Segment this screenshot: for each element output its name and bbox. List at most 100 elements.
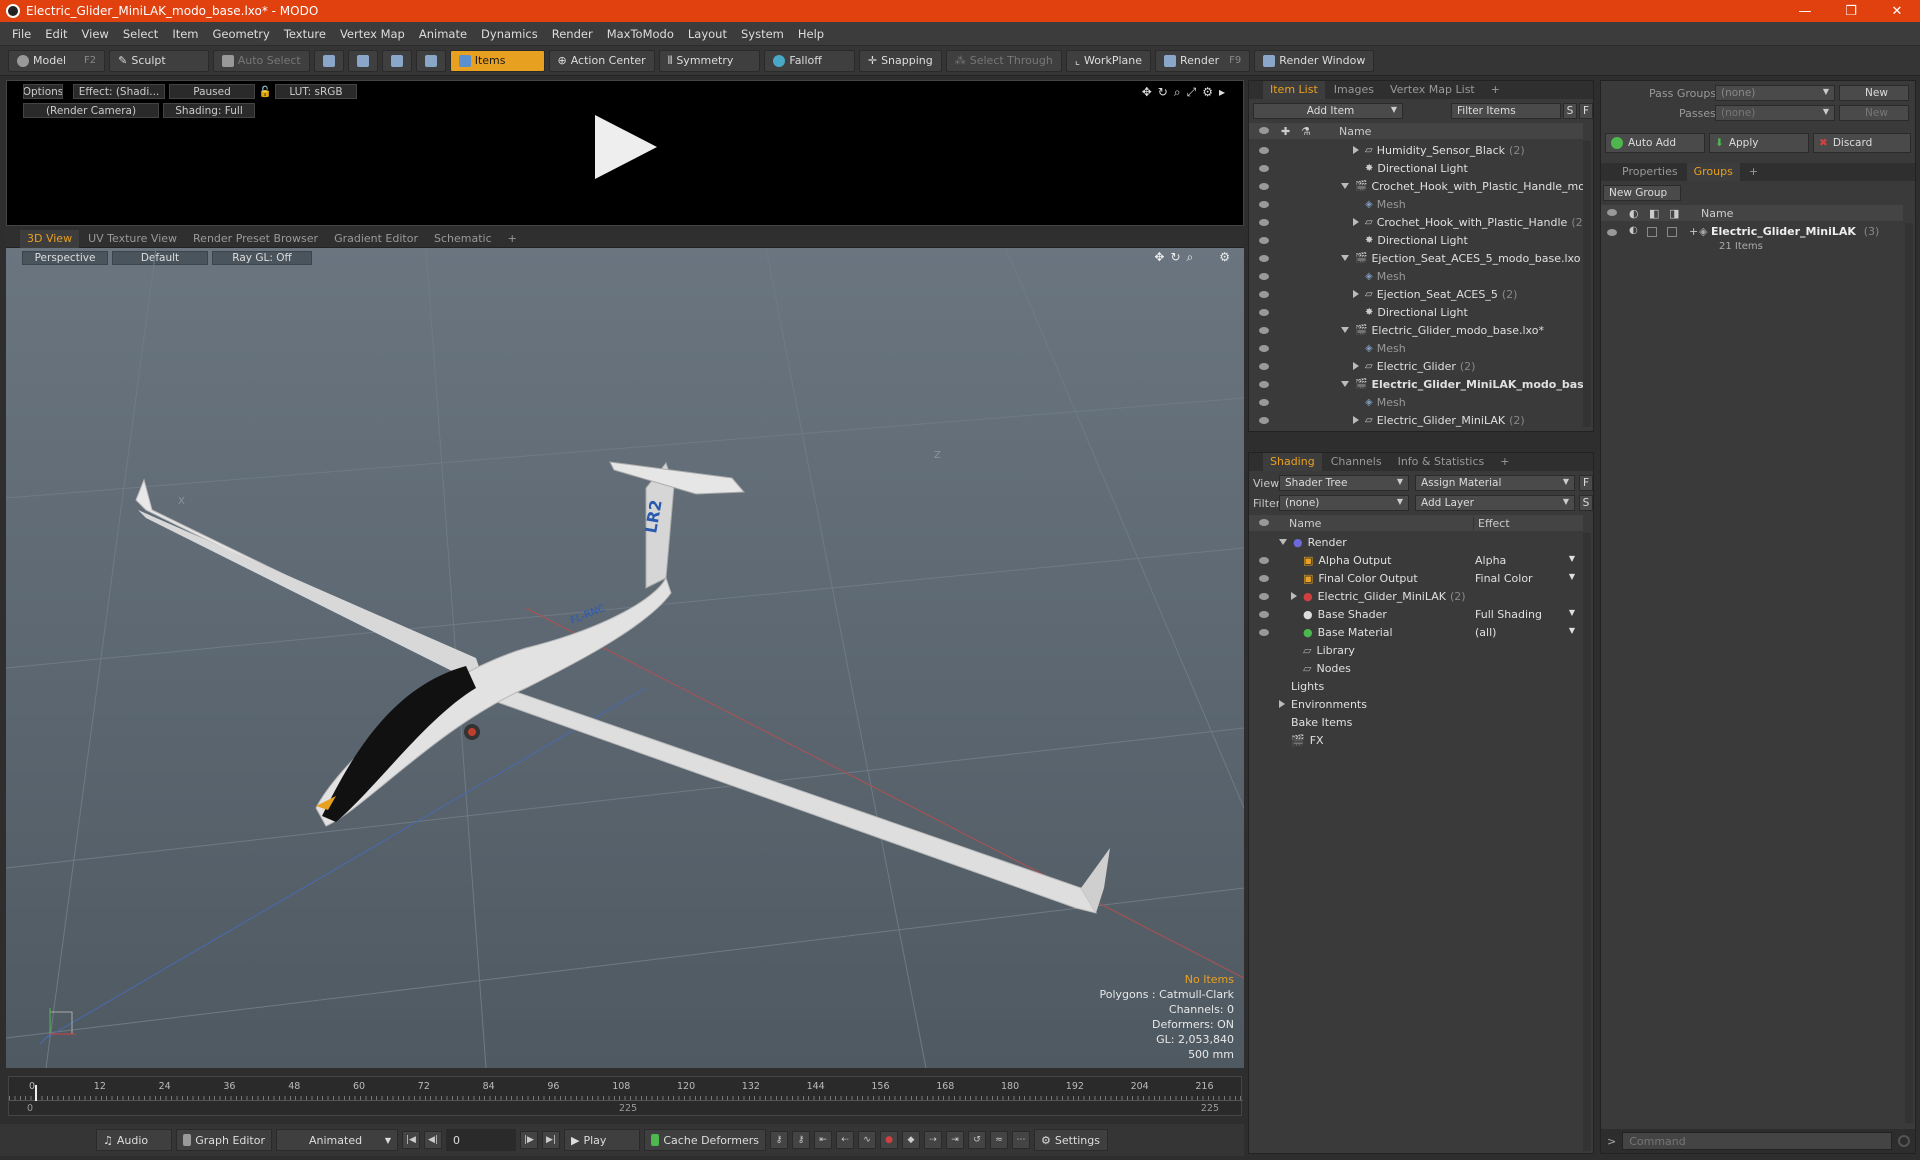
key-icon[interactable]: ⚷: [770, 1131, 788, 1149]
visibility-eye-icon[interactable]: [1259, 273, 1269, 280]
item-list-row[interactable]: ◈ Mesh: [1249, 195, 1583, 213]
menu-select[interactable]: Select: [123, 27, 158, 41]
collapse-icon[interactable]: [1279, 539, 1287, 545]
expand-icon[interactable]: [1353, 416, 1359, 424]
discard-button[interactable]: ✖ Discard: [1813, 133, 1911, 153]
next-key-icon[interactable]: |▶: [520, 1131, 538, 1149]
add-item-dropdown[interactable]: Add Item ▼: [1253, 103, 1403, 119]
first-key-icon[interactable]: ⇤: [814, 1131, 832, 1149]
preview-camera-dropdown[interactable]: (Render Camera): [23, 103, 159, 118]
shader-tree-row[interactable]: ● Base Shader Full Shading ▼: [1249, 605, 1583, 623]
sculpt-mode-button[interactable]: ✎ Sculpt: [109, 49, 209, 72]
item-list-row[interactable]: 🎬 Ejection_Seat_ACES_5_modo_base.lxo: [1249, 249, 1583, 267]
shader-tree-row[interactable]: ● Base Material (all) ▼: [1249, 623, 1583, 641]
menu-view[interactable]: View: [82, 27, 109, 41]
preview-options-button[interactable]: Options: [23, 84, 63, 99]
audio-button[interactable]: ♫ Audio: [96, 1129, 172, 1151]
prev-key-icon[interactable]: ⇠: [836, 1131, 854, 1149]
select-polygons-button[interactable]: [381, 49, 412, 72]
visibility-eye-icon[interactable]: [1259, 399, 1269, 406]
item-list-row[interactable]: 🎬 Electric_Glider_modo_base.lxo*: [1249, 321, 1583, 339]
visibility-eye-icon[interactable]: [1259, 593, 1269, 600]
record-icon[interactable]: ●: [880, 1131, 898, 1149]
tab-render-preset-browser[interactable]: Render Preset Browser: [186, 230, 325, 248]
loop-icon[interactable]: ↺: [968, 1131, 986, 1149]
shading-s-button[interactable]: S: [1579, 495, 1593, 511]
keyframe-icon[interactable]: ◆: [902, 1131, 920, 1149]
menu-animate[interactable]: Animate: [419, 27, 467, 41]
expand-icon[interactable]: [1353, 290, 1359, 298]
new-pass-group-button[interactable]: New: [1839, 85, 1909, 101]
group-select-checkbox[interactable]: [1667, 227, 1677, 237]
timeline[interactable]: 0 12 24 36 48 60 72 84 96 108 120 132 144 156 168 180 19…: [8, 1076, 1243, 1116]
view-dropdown[interactable]: Shader Tree ▼: [1279, 475, 1409, 491]
collapse-icon[interactable]: [1341, 255, 1349, 261]
gear-icon[interactable]: ⚙: [1202, 85, 1213, 100]
group-render-icon[interactable]: ◐: [1629, 225, 1638, 236]
visibility-eye-icon[interactable]: [1259, 147, 1269, 154]
expand-icon[interactable]: [1291, 592, 1297, 600]
select-vertices-button[interactable]: [313, 49, 344, 72]
item-list-row[interactable]: ✸ Directional Light: [1249, 159, 1583, 177]
visibility-eye-icon[interactable]: [1259, 183, 1269, 190]
falloff-button[interactable]: Falloff: [764, 49, 855, 72]
tab-add-button[interactable]: +: [1493, 453, 1516, 471]
pass-groups-dropdown[interactable]: (none) ▼: [1715, 85, 1835, 101]
auto-select-button[interactable]: Auto Select: [212, 49, 310, 72]
action-center-button[interactable]: ⊕ Action Center: [548, 49, 655, 72]
collapse-icon[interactable]: [1341, 183, 1349, 189]
passes-dropdown[interactable]: (none) ▼: [1715, 105, 1835, 121]
visibility-eye-icon[interactable]: [1259, 219, 1269, 226]
tab-groups[interactable]: Groups: [1686, 163, 1740, 181]
menu-maxtomodo[interactable]: MaxToModo: [607, 27, 674, 41]
filter-dropdown[interactable]: (none) ▼: [1279, 495, 1409, 511]
visibility-eye-icon[interactable]: [1259, 629, 1269, 636]
visibility-eye-icon[interactable]: [1259, 417, 1269, 424]
shader-tree-row[interactable]: 🎬 FX: [1249, 731, 1583, 749]
maximize-icon[interactable]: ⤢: [1187, 85, 1197, 100]
play-button[interactable]: ▶ Play: [564, 1129, 640, 1151]
filter-s-button[interactable]: S: [1563, 103, 1577, 119]
visibility-eye-icon[interactable]: [1259, 309, 1269, 316]
visibility-eye-icon[interactable]: [1259, 381, 1269, 388]
visibility-eye-icon[interactable]: [1259, 255, 1269, 262]
symmetry-button[interactable]: ⫴ Symmetry: [658, 49, 761, 72]
menu-render[interactable]: Render: [552, 27, 593, 41]
expand-icon[interactable]: +: [1689, 225, 1698, 238]
visibility-eye-icon[interactable]: [1259, 611, 1269, 618]
item-list-row[interactable]: ▱ Ejection_Seat_ACES_5 (2): [1249, 285, 1583, 303]
current-frame-input[interactable]: 0: [446, 1129, 516, 1151]
filter-f-button[interactable]: F: [1579, 103, 1593, 119]
groups-scrollbar[interactable]: [1905, 223, 1913, 1123]
menu-help[interactable]: Help: [798, 27, 824, 41]
shader-tree-row[interactable]: Lights: [1249, 677, 1583, 695]
items-mode-button[interactable]: Items: [449, 49, 545, 72]
item-list-row[interactable]: ▱ Electric_Glider (2): [1249, 357, 1583, 375]
expand-icon[interactable]: [1353, 362, 1359, 370]
select-edges-button[interactable]: [347, 49, 378, 72]
shader-tree-row[interactable]: ▱ Nodes: [1249, 659, 1583, 677]
group-visibility-icon[interactable]: [1607, 229, 1617, 236]
shader-tree-row[interactable]: ▣ Final Color Output Final Color ▼: [1249, 569, 1583, 587]
shader-tree-row[interactable]: ▣ Alpha Output Alpha ▼: [1249, 551, 1583, 569]
shader-tree-row[interactable]: Environments: [1249, 695, 1583, 713]
item-list-row[interactable]: ▱ Humidity_Sensor_Black (2): [1249, 141, 1583, 159]
go-to-end-icon[interactable]: ▶|: [542, 1131, 560, 1149]
preview-paused-button[interactable]: Paused: [169, 84, 255, 99]
tab-vertex-map-list[interactable]: Vertex Map List: [1383, 81, 1482, 99]
last-key-icon[interactable]: ⇥: [946, 1131, 964, 1149]
tab-info-statistics[interactable]: Info & Statistics: [1391, 453, 1492, 471]
auto-add-button[interactable]: Auto Add: [1605, 133, 1705, 153]
collapse-icon[interactable]: [1341, 327, 1349, 333]
snapping-button[interactable]: ✛ Snapping: [858, 49, 942, 72]
effect-dropdown[interactable]: Full Shading ▼: [1475, 608, 1579, 621]
tab-properties[interactable]: Properties: [1615, 163, 1685, 181]
effect-dropdown[interactable]: Final Color ▼: [1475, 572, 1579, 585]
move-icon[interactable]: ✥: [1142, 85, 1152, 100]
tab-gradient-editor[interactable]: Gradient Editor: [327, 230, 425, 248]
restore-button[interactable]: ❐: [1828, 4, 1874, 19]
shader-tree-row[interactable]: ● Electric_Glider_MiniLAK(2) (...: [1249, 587, 1583, 605]
close-button[interactable]: ✕: [1874, 4, 1920, 19]
shader-tree-row[interactable]: ▱ Library: [1249, 641, 1583, 659]
settings-button[interactable]: ⚙ Settings: [1034, 1129, 1108, 1151]
